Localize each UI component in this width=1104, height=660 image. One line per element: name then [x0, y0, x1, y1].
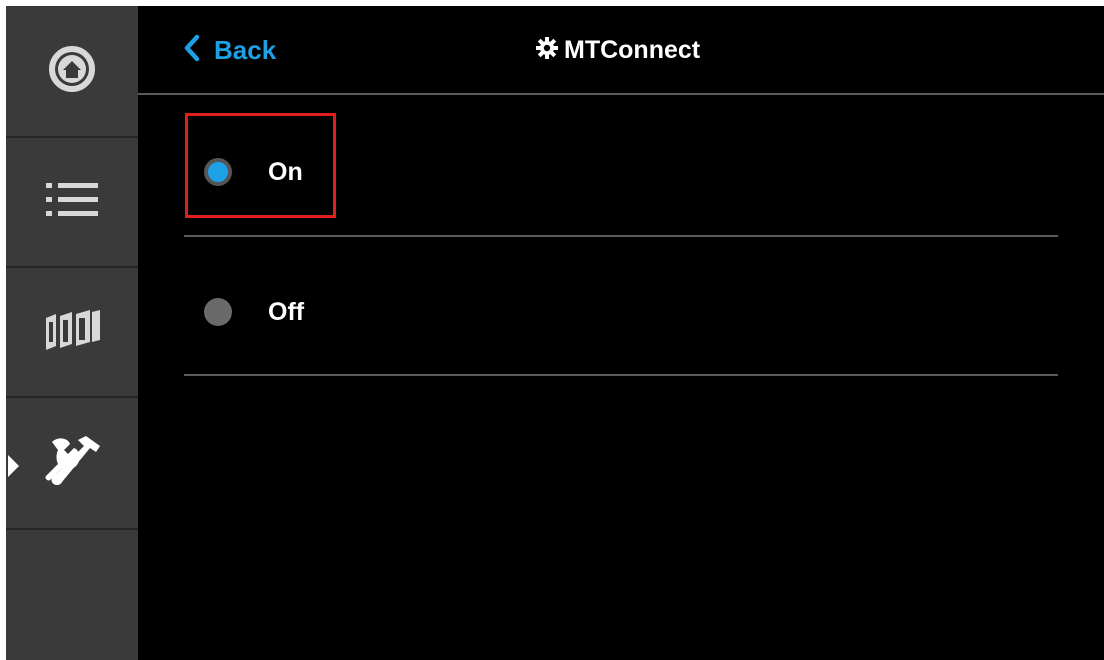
sidebar-item-tool-magazine[interactable] — [6, 268, 138, 398]
option-off-label: Off — [268, 298, 305, 326]
divider — [184, 235, 1058, 237]
page-title-text: MTConnect — [564, 35, 701, 64]
highlight-box — [185, 113, 336, 218]
radio-unselected-icon[interactable] — [204, 298, 232, 326]
back-button[interactable]: Back — [182, 32, 276, 68]
tool-magazine-icon — [42, 308, 102, 357]
chevron-left-icon — [182, 34, 200, 67]
page-title: MTConnect — [536, 32, 700, 68]
back-label: Back — [214, 34, 277, 65]
header-divider — [138, 93, 1104, 95]
option-off[interactable]: Off — [184, 256, 1064, 366]
screen: Back MTConnect On Off — [6, 6, 1104, 660]
active-indicator-icon — [8, 455, 19, 477]
list-icon — [44, 180, 100, 225]
sidebar-item-list[interactable] — [6, 138, 138, 268]
home-icon — [46, 43, 98, 100]
header: Back MTConnect — [138, 6, 1104, 94]
divider — [184, 374, 1058, 376]
sidebar-item-empty — [6, 532, 138, 660]
sidebar-item-home[interactable] — [6, 6, 138, 138]
sidebar — [6, 6, 138, 660]
tools-icon — [42, 434, 102, 495]
sidebar-item-tools[interactable] — [6, 400, 138, 530]
gear-icon — [536, 36, 558, 64]
